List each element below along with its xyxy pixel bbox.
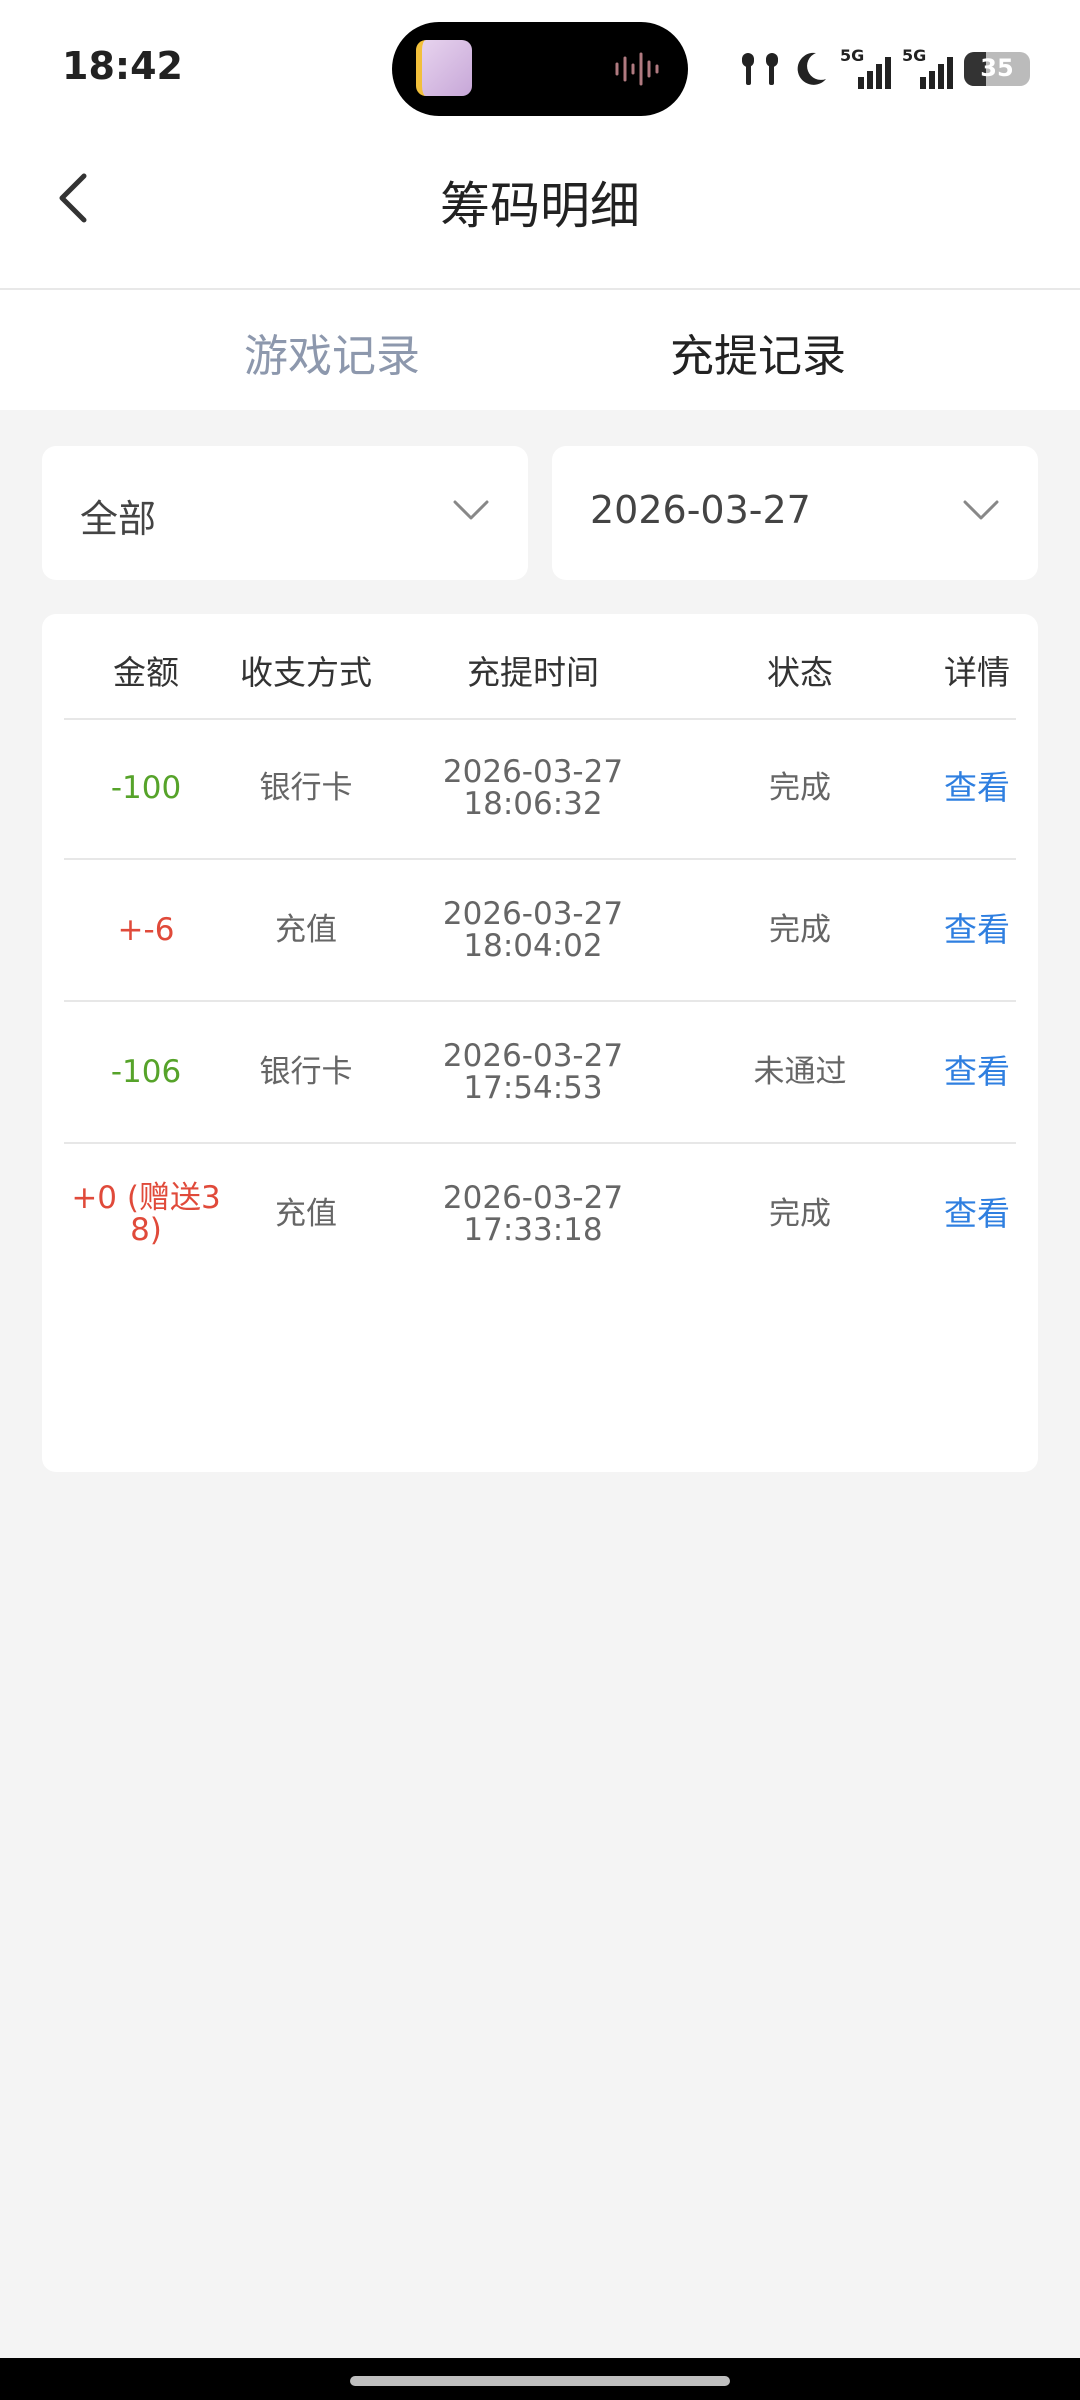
status-cell: 完成 [769,1196,831,1232]
dynamic-island[interactable] [392,22,688,116]
status-bar: 18:42 5G 5G 35 [0,0,1080,138]
signal-5g-icon: 5G [902,47,953,89]
column-header-detail: 详情 [944,653,1010,692]
method-cell: 银行卡 [259,770,353,806]
battery-icon: 35 [964,52,1030,86]
date-filter-value: 2026-03-27 [590,488,811,532]
method-cell: 充值 [275,912,337,948]
type-filter-select[interactable]: 全部 [42,446,528,580]
view-detail-link[interactable]: 查看 [918,1144,1036,1284]
table-row: +0 (赠送3 8) 充值 2026-03-27 17:33:18 完成 查看 [64,1144,1016,1284]
status-cell: 完成 [769,770,831,806]
status-cell: 完成 [769,912,831,948]
signal-5g-icon: 5G [840,47,891,89]
battery-level: 35 [980,54,1014,82]
date-filter-select[interactable]: 2026-03-27 [552,446,1038,580]
table-row: +-6 充值 2026-03-27 18:04:02 完成 查看 [64,860,1016,1002]
nav-bar: 筹码明细 [0,138,1080,290]
method-cell: 充值 [275,1196,337,1232]
view-detail-link[interactable]: 查看 [918,860,1036,1000]
tab-bar: 游戏记录 充提记录 [0,290,1080,410]
table-row: -100 银行卡 2026-03-27 18:06:32 完成 查看 [64,718,1016,860]
table-header: 金额 收支方式 充提时间 状态 详情 [64,614,1016,720]
view-detail-link[interactable]: 查看 [918,1002,1036,1142]
amount-cell: +-6 [117,912,175,948]
status-time: 18:42 [62,44,183,88]
column-header-amount: 金额 [113,653,179,692]
chevron-down-icon [963,500,999,520]
view-detail-link[interactable]: 查看 [918,718,1036,858]
time-cell: 2026-03-27 17:54:53 [442,1038,624,1106]
status-icons: 5G 5G 35 [738,44,1030,94]
time-cell: 2026-03-27 18:04:02 [442,896,624,964]
status-cell: 未通过 [753,1054,847,1090]
column-header-time: 充提时间 [467,653,599,692]
earbuds-icon [742,53,778,85]
time-cell: 2026-03-27 18:06:32 [442,754,624,822]
amount-cell: +0 (赠送3 8) [71,1180,221,1248]
records-table: 金额 收支方式 充提时间 状态 详情 -100 银行卡 2026-03-27 18… [42,614,1038,1472]
moon-icon [797,52,826,85]
svg-text:5G: 5G [902,47,926,65]
time-cell: 2026-03-27 17:33:18 [442,1180,624,1248]
music-app-icon[interactable] [416,40,472,96]
chevron-down-icon [453,500,489,520]
svg-text:5G: 5G [840,47,864,65]
column-header-status: 状态 [767,653,833,692]
type-filter-value: 全部 [80,497,157,541]
tab-game-records[interactable]: 游戏记录 [244,320,420,384]
page-title: 筹码明细 [440,177,640,235]
audio-wave-icon [615,52,659,86]
method-cell: 银行卡 [259,1054,353,1090]
tab-deposit-withdraw-records[interactable]: 充提记录 [670,320,846,384]
table-row: -106 银行卡 2026-03-27 17:54:53 未通过 查看 [64,1002,1016,1144]
home-indicator[interactable] [350,2376,730,2386]
amount-cell: -100 [110,770,182,806]
column-header-method: 收支方式 [240,653,372,692]
amount-cell: -106 [110,1054,182,1090]
